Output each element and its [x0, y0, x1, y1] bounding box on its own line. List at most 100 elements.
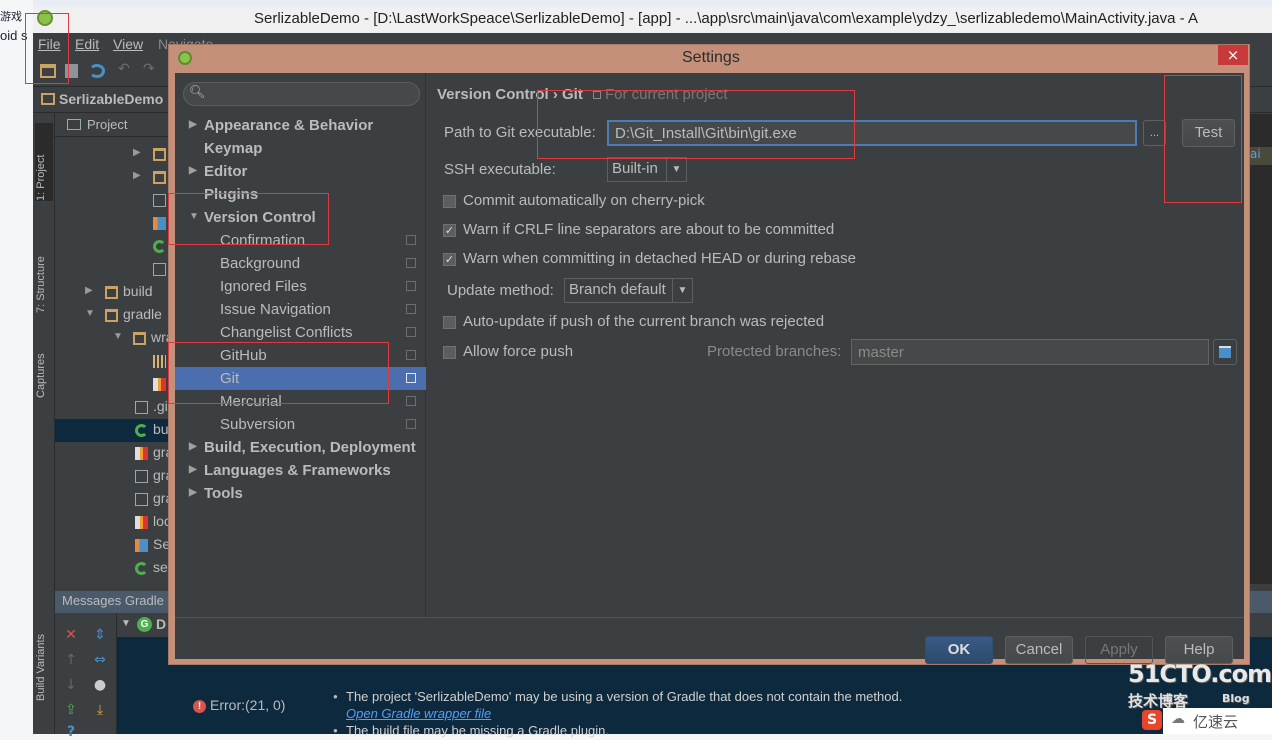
settings-tree-item-git[interactable]: Git: [175, 367, 426, 390]
settings-tree-item-issue-navigation[interactable]: Issue Navigation: [175, 298, 426, 321]
undo-icon[interactable]: ↶: [118, 61, 134, 77]
export-icon[interactable]: ⇪: [64, 703, 78, 717]
project-tree-item[interactable]: settings: [55, 557, 175, 580]
ssh-executable-select[interactable]: Built-in ▼: [607, 157, 687, 182]
project-tree-item[interactable]: ▼wrap: [55, 327, 175, 350]
settings-tree-item-editor[interactable]: ▶ Editor: [175, 160, 426, 183]
settings-tree-item-build-execution-deployment[interactable]: ▶ Build, Execution, Deployment: [175, 436, 426, 459]
editor-link-fragment: ai: [1250, 147, 1272, 165]
settings-tree-item-mercurial[interactable]: Mercurial: [175, 390, 426, 413]
settings-tree-item-subversion[interactable]: Subversion: [175, 413, 426, 436]
git-path-input[interactable]: [607, 120, 1137, 146]
update-method-select[interactable]: Branch default ▼: [564, 278, 693, 303]
test-button[interactable]: Test: [1182, 119, 1235, 147]
project-tree-item[interactable]: .gitignc: [55, 396, 175, 419]
redo-icon[interactable]: ↷: [143, 61, 159, 77]
collapsed-arrow-icon[interactable]: ▶: [85, 285, 93, 296]
auto-update-label: Auto-update if push of the current branc…: [463, 313, 825, 330]
force-push-checkbox[interactable]: [443, 346, 456, 359]
settings-tree-item-keymap[interactable]: Keymap: [175, 137, 426, 160]
settings-tree-item-github[interactable]: GitHub: [175, 344, 426, 367]
collapsed-arrow-icon[interactable]: ▶: [133, 170, 141, 181]
settings-tree-item-version-control[interactable]: ▼ Version Control: [175, 206, 426, 229]
collapse-all-icon[interactable]: ⇔: [93, 653, 107, 667]
help-icon[interactable]: ?: [64, 725, 78, 739]
project-tree-item[interactable]: ▼ gradle: [55, 304, 175, 327]
project-tree-item[interactable]: ▶a: [55, 143, 175, 166]
next-icon[interactable]: ↓: [64, 678, 78, 692]
expanded-arrow-icon[interactable]: ▼: [189, 211, 199, 222]
project-view-selector[interactable]: Project: [87, 117, 127, 132]
protected-branches-input[interactable]: [851, 339, 1209, 365]
close-icon[interactable]: ✕: [64, 628, 78, 642]
collapsed-arrow-icon[interactable]: ▶: [189, 165, 197, 176]
tool-tab-captures[interactable]: Captures: [35, 328, 53, 398]
expand-field-button[interactable]: [1213, 339, 1237, 365]
nav-project-name[interactable]: SerlizableDemo: [59, 91, 163, 107]
sync-icon[interactable]: [89, 64, 105, 78]
settings-tree-item-label: Subversion: [220, 416, 296, 433]
tool-tab-project[interactable]: 1: Project: [35, 123, 53, 201]
project-tree-item[interactable]: app.: [55, 212, 175, 235]
ssh-selected-value: Built-in: [612, 160, 658, 177]
download-icon[interactable]: ⤓: [93, 703, 107, 717]
hide-warnings-icon[interactable]: ●: [93, 678, 107, 692]
settings-tree-item-changelist-conflicts[interactable]: Changelist Conflicts: [175, 321, 426, 344]
settings-tree-item-languages-frameworks[interactable]: ▶ Languages & Frameworks: [175, 459, 426, 482]
collapsed-arrow-icon[interactable]: ▶: [189, 441, 197, 452]
project-tree-item[interactable]: g: [55, 373, 175, 396]
crlf-checkbox[interactable]: ✓: [443, 224, 456, 237]
error-location[interactable]: Error:(21, 0): [210, 697, 285, 713]
cherry-pick-checkbox[interactable]: [443, 195, 456, 208]
project-tree-item[interactable]: gradlew: [55, 488, 175, 511]
git-path-label: Path to Git executable:: [444, 124, 596, 141]
project-level-icon: [406, 350, 416, 360]
project-tree-item[interactable]: Serlizab: [55, 534, 175, 557]
open-folder-icon[interactable]: [40, 64, 56, 78]
browse-button[interactable]: ...: [1143, 120, 1166, 146]
collapsed-arrow-icon[interactable]: ▶: [189, 487, 197, 498]
project-tree-item[interactable]: ▶m: [55, 166, 175, 189]
settings-tree-item-plugins[interactable]: Plugins: [175, 183, 426, 206]
project-tree-item[interactable]: g: [55, 350, 175, 373]
auto-update-checkbox[interactable]: [443, 316, 456, 329]
cancel-button[interactable]: Cancel: [1005, 636, 1073, 664]
collapsed-arrow-icon[interactable]: ▶: [189, 464, 197, 475]
menu-edit[interactable]: Edit: [75, 36, 99, 52]
expand-all-icon[interactable]: ⇕: [93, 628, 107, 642]
settings-tree-item-background[interactable]: Background: [175, 252, 426, 275]
project-tree-item[interactable]: gradle.: [55, 442, 175, 465]
detached-head-checkbox[interactable]: ✓: [443, 253, 456, 266]
settings-tree-item-confirmation[interactable]: Confirmation: [175, 229, 426, 252]
tool-tab-build-variants[interactable]: Build Variants: [35, 611, 53, 701]
expanded-arrow-icon[interactable]: ▼: [113, 331, 123, 342]
settings-tree-item-ignored-files[interactable]: Ignored Files: [175, 275, 426, 298]
cherry-pick-label: Commit automatically on cherry-pick: [463, 192, 705, 209]
open-gradle-wrapper-link[interactable]: Open Gradle wrapper file: [346, 706, 491, 721]
android-studio-logo-icon: [178, 51, 192, 65]
project-tree-item[interactable]: .gitig: [55, 189, 175, 212]
settings-tree-item-tools[interactable]: ▶ Tools: [175, 482, 426, 505]
expanded-arrow-icon[interactable]: ▼: [85, 308, 95, 319]
settings-search-input[interactable]: [208, 85, 413, 103]
project-tree-item[interactable]: ▶ build: [55, 281, 175, 304]
tool-tab-structure[interactable]: 7: Structure: [35, 223, 53, 313]
file-file-icon: [135, 401, 148, 414]
menu-view[interactable]: View: [113, 36, 143, 52]
close-button[interactable]: ×: [1218, 45, 1248, 65]
collapsed-arrow-icon[interactable]: ▶: [133, 147, 141, 158]
expand-arrow-icon[interactable]: ▼: [121, 618, 131, 629]
menu-file[interactable]: File: [38, 36, 61, 52]
collapsed-arrow-icon[interactable]: ▶: [189, 119, 197, 130]
project-tree-item[interactable]: prog: [55, 258, 175, 281]
project-tree-item[interactable]: build.g: [55, 419, 175, 442]
folder-file-icon: [105, 286, 118, 299]
previous-icon[interactable]: ↑: [64, 653, 78, 667]
ok-button[interactable]: OK: [925, 636, 993, 664]
save-icon[interactable]: [65, 64, 78, 78]
settings-tree-item-appearance-behavior[interactable]: ▶ Appearance & Behavior: [175, 114, 426, 137]
project-tree-item[interactable]: gradlew: [55, 465, 175, 488]
gradle-file-icon: [153, 240, 166, 253]
project-tree-item[interactable]: buil: [55, 235, 175, 258]
project-tree-item[interactable]: local.pr: [55, 511, 175, 534]
